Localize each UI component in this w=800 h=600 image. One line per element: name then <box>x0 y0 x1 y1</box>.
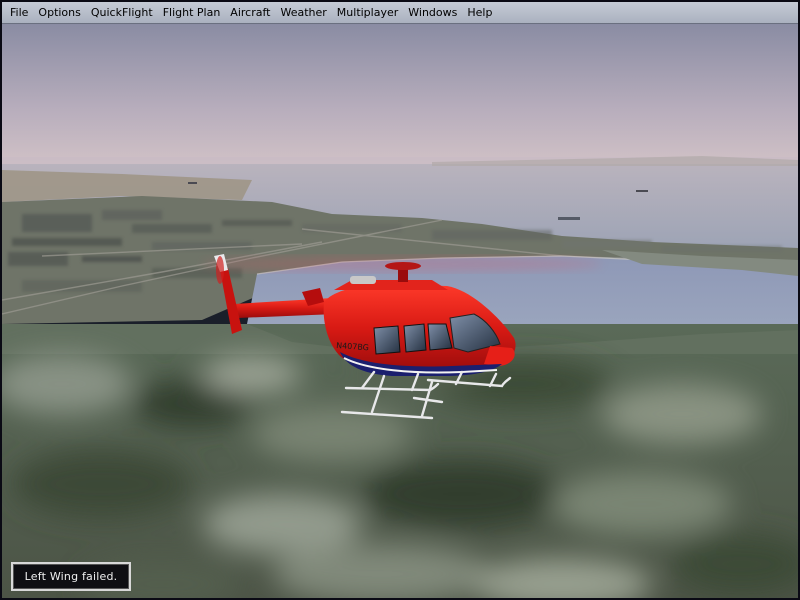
menu-quickflight[interactable]: QuickFlight <box>86 3 158 23</box>
menu-help[interactable]: Help <box>462 3 497 23</box>
menu-file[interactable]: File <box>5 3 33 23</box>
status-message: Left Wing failed. <box>24 570 118 583</box>
menu-aircraft[interactable]: Aircraft <box>225 3 275 23</box>
menu-bar: File Options QuickFlight Flight Plan Air… <box>2 2 798 24</box>
menu-multiplayer[interactable]: Multiplayer <box>332 3 403 23</box>
menu-weather[interactable]: Weather <box>275 3 331 23</box>
menu-options[interactable]: Options <box>33 3 85 23</box>
3d-viewport[interactable]: N407BG <box>2 24 798 598</box>
scene-render: N407BG <box>2 24 798 598</box>
flight-sim-window: File Options QuickFlight Flight Plan Air… <box>0 0 800 600</box>
menu-windows[interactable]: Windows <box>403 3 462 23</box>
menu-flight-plan[interactable]: Flight Plan <box>158 3 226 23</box>
status-message-box: Left Wing failed. <box>11 562 131 591</box>
